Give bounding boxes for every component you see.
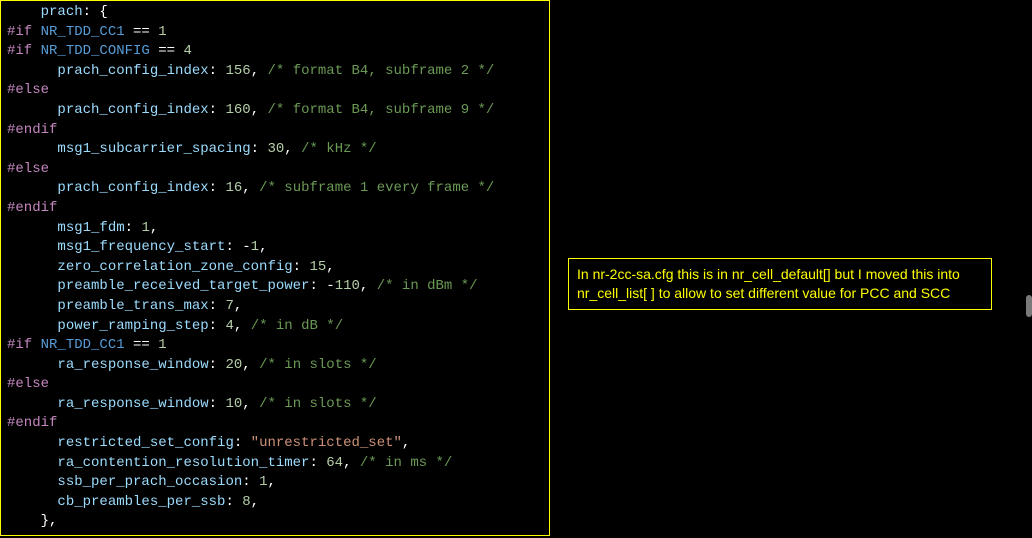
annotation-text: In nr-2cc-sa.cfg this is in nr_cell_defa… [577,266,960,301]
code-line: ra_response_window: 10, /* in slots */ [7,395,549,415]
annotation-box: In nr-2cc-sa.cfg this is in nr_cell_defa… [568,258,992,310]
code-line: msg1_subcarrier_spacing: 30, /* kHz */ [7,140,549,160]
code-line: ra_response_window: 20, /* in slots */ [7,356,549,376]
code-line: #if NR_TDD_CC1 == 1 [7,336,549,356]
code-line: prach_config_index: 156, /* format B4, s… [7,62,549,82]
code-line: preamble_received_target_power: -110, /*… [7,277,549,297]
code-line: zero_correlation_zone_config: 15, [7,258,549,278]
code-line: msg1_fdm: 1, [7,219,549,239]
code-line: power_ramping_step: 4, /* in dB */ [7,317,549,337]
code-line: #else [7,81,549,101]
code-line: cb_preambles_per_ssb: 8, [7,493,549,513]
code-line: #endif [7,199,549,219]
code-line: }, [7,512,549,532]
code-line: restricted_set_config: "unrestricted_set… [7,434,549,454]
code-line: prach_config_index: 16, /* subframe 1 ev… [7,179,549,199]
code-line: #if NR_TDD_CC1 == 1 [7,23,549,43]
code-line: #endif [7,414,549,434]
code-line: msg1_frequency_start: -1, [7,238,549,258]
code-line: ra_contention_resolution_timer: 64, /* i… [7,454,549,474]
code-panel: prach: {#if NR_TDD_CC1 == 1#if NR_TDD_CO… [0,0,550,536]
code-line: #else [7,375,549,395]
annotation-area: In nr-2cc-sa.cfg this is in nr_cell_defa… [550,0,1032,538]
code-line: #else [7,160,549,180]
code-line: preamble_trans_max: 7, [7,297,549,317]
code-line: prach: { [7,3,549,23]
code-line: ssb_per_prach_occasion: 1, [7,473,549,493]
scrollbar-thumb[interactable] [1026,295,1032,317]
code-line: #endif [7,121,549,141]
code-line: #if NR_TDD_CONFIG == 4 [7,42,549,62]
code-line: prach_config_index: 160, /* format B4, s… [7,101,549,121]
